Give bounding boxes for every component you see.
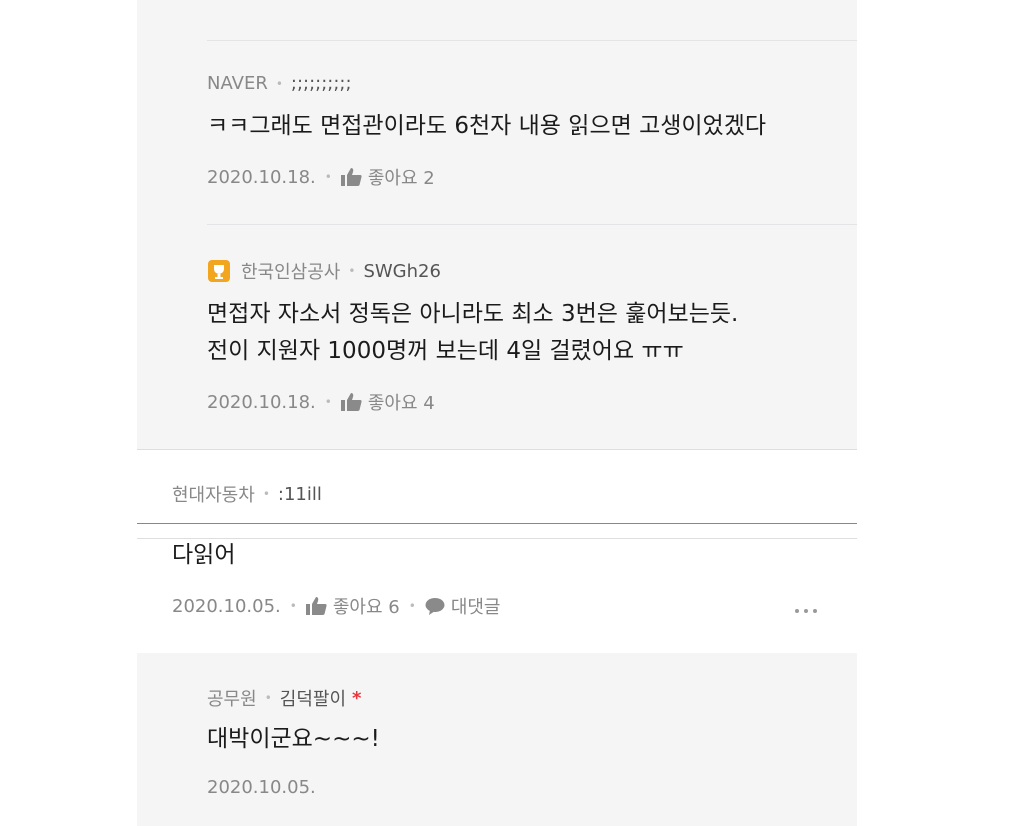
company-name: 공무원 <box>207 689 257 710</box>
reply-author[interactable]: 한국인삼공사 • SWGh26 <box>207 258 441 284</box>
divider <box>137 449 857 450</box>
comment-author[interactable]: 현대자동차 • :11ill <box>172 481 322 507</box>
reply-thread: NAVER • ;;;;;;;;;; ㅋㅋ그래도 면접관이라도 6천자 내용 읽… <box>137 0 857 449</box>
reply-text-line: 면접자 자소서 정독은 아니라도 최소 3번은 훑어보는듯. <box>207 301 739 327</box>
reply-footer: 2020.10.05. <box>207 777 316 798</box>
like-count: 좋아요 4 <box>367 393 435 414</box>
reply-label: 대댓글 <box>450 597 501 618</box>
reply-date: 2020.10.18. <box>207 391 316 413</box>
separator-dot: • <box>275 76 283 91</box>
reply-date: 2020.10.05. <box>207 777 316 798</box>
trophy-badge-icon <box>208 260 230 282</box>
nickname: ;;;;;;;;;; <box>290 73 352 94</box>
comment-date: 2020.10.05. <box>172 595 281 617</box>
more-dot-icon <box>813 609 817 613</box>
separator-dot: • <box>262 487 270 501</box>
like-button[interactable]: 좋아요 6 <box>305 593 400 619</box>
reply-date: 2020.10.18. <box>207 166 316 188</box>
thumbs-up-icon <box>340 168 362 186</box>
divider <box>207 40 857 41</box>
separator-dot: • <box>348 264 356 278</box>
company-name: NAVER <box>207 73 268 94</box>
reply-button[interactable]: 대댓글 <box>425 593 501 619</box>
separator-dot: • <box>324 395 332 409</box>
reply-text: 대박이군요~~~! <box>207 726 380 752</box>
reply-text-line: 전이 지원자 1000명꺼 보는데 4일 걸렸어요 ㅠㅠ <box>207 338 684 364</box>
nickname: SWGh26 <box>363 260 441 282</box>
like-count: 좋아요 2 <box>367 168 435 189</box>
more-dot-icon <box>795 609 799 613</box>
company-name: 한국인삼공사 <box>241 262 341 283</box>
more-options-button[interactable] <box>795 609 817 613</box>
nickname: :11ill <box>277 483 322 505</box>
separator-dot: • <box>408 599 416 613</box>
more-dot-icon <box>804 609 808 613</box>
like-count: 좋아요 6 <box>332 597 400 618</box>
separator-dot: • <box>324 170 332 184</box>
comment-footer: 2020.10.05. • 좋아요 6 • 대댓글 <box>172 593 501 619</box>
thumbs-up-icon <box>305 597 327 615</box>
divider <box>207 224 857 225</box>
reply-thread: 공무원 • 김덕팔이 * 대박이군요~~~! 2020.10.05. <box>137 653 857 826</box>
thumbs-up-icon <box>340 393 362 411</box>
nickname: 김덕팔이 <box>279 689 347 710</box>
speech-bubble-icon <box>425 598 445 615</box>
company-name: 현대자동차 <box>172 485 255 506</box>
separator-dot: • <box>264 691 272 705</box>
like-button[interactable]: 좋아요 4 <box>340 389 435 415</box>
author-mark: * <box>352 687 362 709</box>
like-button[interactable]: 좋아요 2 <box>340 164 435 190</box>
reply-author[interactable]: NAVER • ;;;;;;;;;; <box>207 73 352 94</box>
reply-footer: 2020.10.18. • 좋아요 2 <box>207 164 435 190</box>
separator-dot: • <box>289 599 297 613</box>
comment-column: NAVER • ;;;;;;;;;; ㅋㅋ그래도 면접관이라도 6천자 내용 읽… <box>137 0 857 826</box>
comment-text: 다읽어 <box>172 542 236 568</box>
scroll-overlay-edge <box>137 523 857 524</box>
reply-author[interactable]: 공무원 • 김덕팔이 * <box>207 685 361 711</box>
reply-text: ㅋㅋ그래도 면접관이라도 6천자 내용 읽으면 고생이었겠다 <box>207 113 767 139</box>
reply-footer: 2020.10.18. • 좋아요 4 <box>207 389 435 415</box>
divider <box>137 538 857 539</box>
